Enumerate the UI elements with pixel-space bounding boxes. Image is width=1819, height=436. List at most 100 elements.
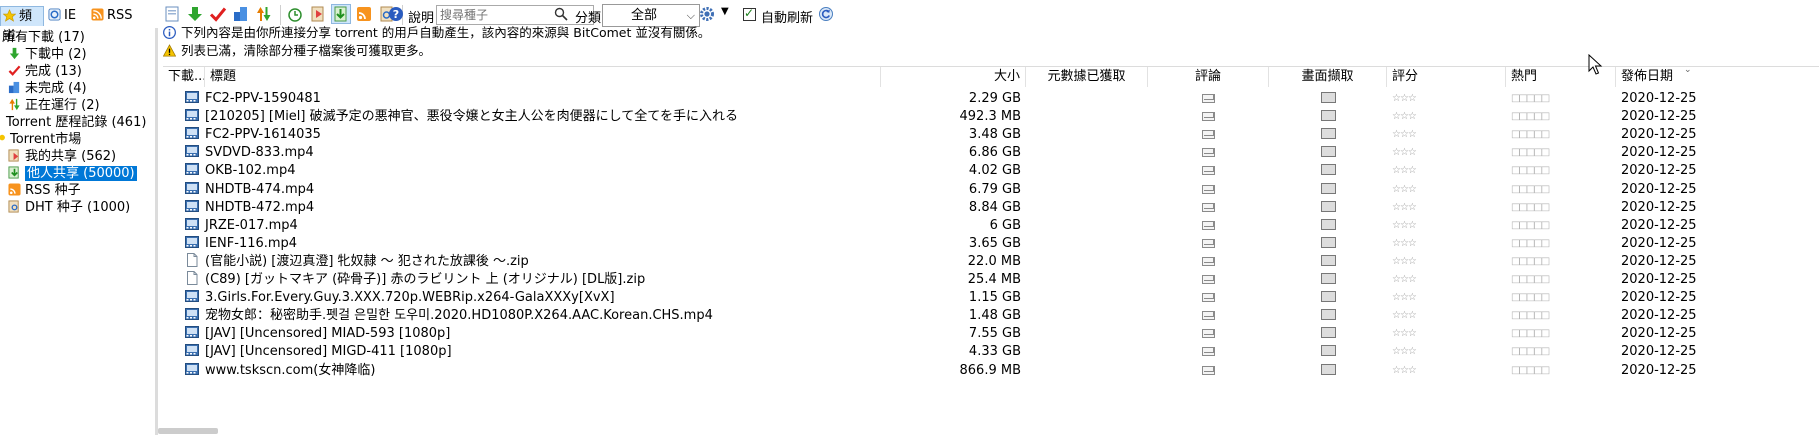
notice-source-text: 下列內容是由你所連接分享 torrent 的用戶自動產生，該內容的來源與 Bit…	[181, 25, 711, 40]
title-text: NHDTB-472.mp4	[205, 199, 315, 215]
tree-item-label: 下載中 (2)	[25, 47, 87, 62]
complete-check-icon[interactable]	[209, 5, 227, 23]
comment-envelope-icon[interactable]	[1202, 130, 1215, 140]
tab-rss[interactable]: RSS	[89, 6, 139, 26]
screenshot-icon[interactable]	[1320, 92, 1336, 103]
dht-icon	[8, 200, 19, 213]
column-header-title[interactable]: 標題	[205, 67, 881, 87]
download-arrow-icon[interactable]	[186, 5, 204, 23]
tree-item-label: DHT 种子 (1000)	[25, 200, 131, 215]
screenshot-icon[interactable]	[1320, 345, 1336, 357]
screenshot-icon[interactable]	[1320, 164, 1336, 176]
comment-envelope-icon[interactable]	[1202, 94, 1215, 103]
screenshot-icon[interactable]	[1320, 218, 1336, 230]
screenshot-icon[interactable]	[1320, 146, 1336, 158]
title-text: www.tskscn.com(女神降临)	[205, 362, 376, 378]
column-header-comments[interactable]: 評論	[1148, 67, 1269, 87]
comment-envelope-icon[interactable]	[1202, 347, 1215, 357]
video-file-icon	[185, 199, 199, 212]
screenshot-icon[interactable]	[1320, 200, 1336, 212]
others-share-icon[interactable]	[331, 4, 351, 24]
star-icon	[3, 9, 16, 22]
comment-envelope-icon[interactable]	[1202, 220, 1215, 230]
comment-envelope-icon[interactable]	[1202, 365, 1215, 375]
video-file-icon	[185, 326, 199, 339]
incomplete-icon[interactable]	[232, 5, 250, 23]
tree-item-label: Torrent市場	[10, 132, 82, 147]
new-task-icon[interactable]	[163, 5, 181, 23]
screenshot-icon[interactable]	[1320, 273, 1336, 284]
help-icon[interactable]: ?	[388, 6, 404, 22]
comment-envelope-icon[interactable]	[1202, 184, 1215, 194]
auto-refresh-checkbox[interactable]	[743, 6, 756, 21]
column-header-date[interactable]: 發佈日期 ⌄	[1616, 67, 1819, 87]
gear-dropdown-icon[interactable]: ▼	[721, 6, 729, 17]
video-file-icon	[185, 217, 199, 230]
column-header-metadata[interactable]: 元數據已獲取	[1026, 67, 1148, 87]
rating-stars-icon: ☆☆☆	[1392, 364, 1417, 376]
comment-envelope-icon[interactable]	[1202, 329, 1215, 339]
pane-splitter[interactable]	[155, 28, 158, 435]
tree-item-dht-seeds[interactable]: DHT 种子 (1000)	[8, 198, 130, 217]
cell-comments[interactable]	[1148, 360, 1269, 381]
gear-icon[interactable]	[698, 5, 716, 23]
screenshot-icon[interactable]	[1320, 291, 1336, 303]
notice-source: 下列內容是由你所連接分享 torrent 的用戶自動產生，該內容的來源與 Bit…	[163, 24, 710, 41]
screenshot-icon[interactable]	[1320, 327, 1336, 339]
tab-ie[interactable]: IE	[46, 6, 86, 26]
screenshot-icon[interactable]	[1320, 363, 1336, 375]
auto-refresh-label[interactable]: 自動刷新	[761, 7, 813, 26]
cell-screenshots[interactable]	[1269, 360, 1387, 381]
video-file-icon	[185, 163, 199, 176]
comment-envelope-icon[interactable]	[1202, 112, 1215, 122]
svg-text:?: ?	[393, 8, 399, 21]
column-header-screenshots[interactable]: 畫面擷取	[1269, 67, 1387, 87]
tree-item-label: 他人共享 (50000)	[25, 166, 137, 181]
my-share-icon[interactable]	[309, 5, 327, 23]
screenshot-icon[interactable]	[1320, 128, 1336, 140]
tab-channels[interactable]: 頻道	[0, 6, 44, 44]
comment-envelope-icon[interactable]	[1202, 256, 1215, 266]
video-file-icon	[185, 109, 199, 122]
column-header-download[interactable]: 下載...	[163, 67, 205, 87]
tree-item-label: 未完成 (4)	[25, 81, 87, 96]
refresh-icon[interactable]	[818, 6, 834, 22]
tab-rss-label: RSS	[107, 8, 133, 23]
comment-envelope-icon[interactable]	[1202, 238, 1215, 248]
table-row[interactable]: www.tskscn.com(女神降临) 866.9 MB ☆☆☆ □□□□□ 2020…	[163, 360, 1819, 381]
search-input[interactable]	[436, 5, 594, 25]
screenshot-icon[interactable]	[1320, 254, 1336, 266]
column-header-size[interactable]: 大小	[881, 67, 1026, 87]
horizontal-scrollbar[interactable]	[158, 428, 218, 434]
torrent-table: 下載... 標題 大小 元數據已獲取 評論 畫面擷取 評分 熱門 發佈日期 ⌄ …	[163, 66, 1819, 436]
comment-envelope-icon[interactable]	[1202, 202, 1215, 212]
title-text: (C89) [ガットマキア (砕骨子)] 赤のラビリント 上 (オリジナル) […	[205, 272, 646, 287]
comment-envelope-icon[interactable]	[1202, 166, 1215, 176]
others-share-icon	[8, 166, 19, 179]
table-header: 下載... 標題 大小 元數據已獲取 評論 畫面擷取 評分 熱門 發佈日期 ⌄	[163, 67, 1819, 87]
column-header-rating[interactable]: 評分	[1387, 67, 1506, 87]
search-icon[interactable]	[554, 7, 568, 21]
mouse-cursor-icon	[1588, 54, 1603, 75]
ie-icon	[48, 8, 61, 21]
comment-envelope-icon[interactable]	[1202, 311, 1215, 321]
tree-item-label: 完成 (13)	[25, 64, 82, 79]
running-tasks-icon[interactable]	[255, 5, 273, 23]
title-text: JRZE-017.mp4	[205, 217, 298, 233]
screenshot-icon[interactable]	[1320, 309, 1336, 321]
video-file-icon	[185, 308, 199, 321]
rss-icon	[8, 183, 21, 196]
screenshot-icon[interactable]	[1320, 236, 1336, 248]
rss-seed-icon[interactable]	[355, 5, 373, 23]
history-icon[interactable]	[286, 5, 304, 23]
comment-envelope-icon[interactable]	[1202, 148, 1215, 158]
cell-title: www.tskscn.com(女神降临)	[180, 360, 880, 381]
sort-chevron-icon: ⌄	[1684, 67, 1692, 75]
screenshot-icon[interactable]	[1320, 110, 1336, 122]
comment-envelope-icon[interactable]	[1202, 293, 1215, 303]
comment-envelope-icon[interactable]	[1202, 275, 1215, 284]
screenshot-icon[interactable]	[1320, 182, 1336, 194]
title-text: OKB-102.mp4	[205, 163, 296, 179]
category-value: 全部	[631, 8, 658, 23]
column-header-date-label: 發佈日期	[1621, 69, 1674, 84]
